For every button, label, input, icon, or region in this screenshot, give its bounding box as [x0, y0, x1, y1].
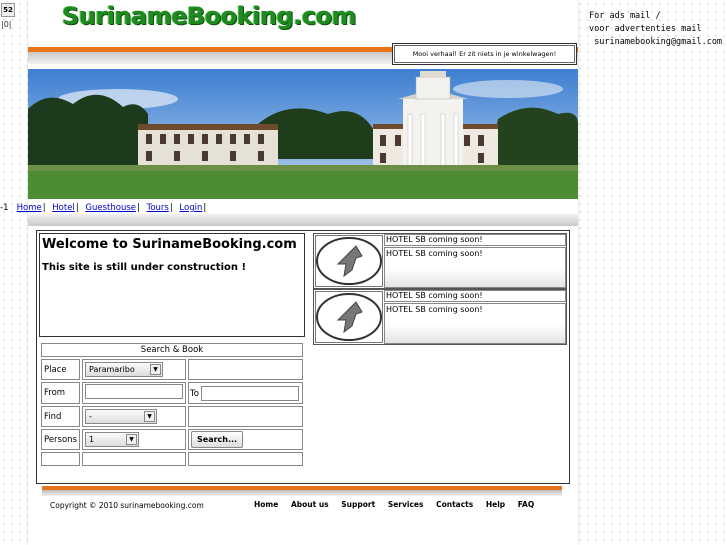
footer-link-help[interactable]: Help [486, 500, 505, 509]
footer-link-faq[interactable]: FAQ [518, 500, 534, 509]
search-title: Search & Book [41, 343, 303, 357]
welcome-title: Welcome to SurinameBooking.com [42, 237, 297, 252]
site-logo[interactable]: SurinameBooking.com [62, 2, 357, 30]
to-label: To [190, 388, 199, 399]
place-select[interactable]: Paramaribo ▼ [85, 362, 163, 377]
nav-guesthouse[interactable]: Guesthouse [85, 203, 136, 213]
to-date-input[interactable] [200, 385, 299, 401]
find-label: Find [41, 406, 80, 427]
footer-link-about[interactable]: About us [291, 500, 329, 509]
nav-home[interactable]: Home [17, 203, 42, 213]
banner-image [28, 69, 578, 199]
main-nav: -1 Home| Hotel| Guesthouse| Tours| Login… [0, 203, 207, 213]
ads-notice: For ads mail / voor advertenties mail su… [589, 10, 722, 49]
cart-status-text: Mooi verhaal! Er zit niets in je winkelw… [394, 45, 575, 63]
find-value: - [89, 412, 92, 421]
copyright: Copyright © 2010 surinamebooking.com [50, 501, 204, 510]
dropdown-arrow-icon: ▼ [144, 411, 155, 422]
visitor-counter: 52 [1, 3, 15, 17]
footer-link-home[interactable]: Home [254, 500, 278, 509]
hotel-title[interactable]: HOTEL SB coming soon! [384, 290, 566, 302]
page-container: SurinameBooking.com Mooi verhaal! Er zit… [0, 0, 578, 545]
dropdown-arrow-icon: ▼ [150, 364, 161, 375]
cursor-arrow-icon [316, 293, 382, 341]
main-content: Welcome to SurinameBooking.com This site… [36, 230, 570, 484]
hotel-desc: HOTEL SB coming soon! [384, 303, 566, 344]
place-label: Place [41, 359, 80, 380]
nav-hotel[interactable]: Hotel [52, 203, 75, 213]
nav-prefix: -1 [0, 203, 9, 213]
cart-status-box: Mooi verhaal! Er zit niets in je winkelw… [392, 43, 577, 65]
footer-link-support[interactable]: Support [341, 500, 375, 509]
ads-email[interactable]: surinamebooking@gmail.com [589, 37, 722, 47]
footer-link-services[interactable]: Services [388, 500, 424, 509]
hotel-card[interactable]: HOTEL SB coming soon! HOTEL SB coming so… [313, 233, 567, 289]
welcome-text: This site is still under construction ! [42, 262, 247, 273]
persons-select[interactable]: 1 ▼ [85, 432, 139, 447]
hotel-thumbnail[interactable] [315, 235, 383, 287]
footer-shadow [42, 490, 562, 496]
hotel-title[interactable]: HOTEL SB coming soon! [384, 234, 566, 246]
cursor-arrow-icon [316, 237, 382, 285]
nav-shadow [28, 214, 578, 226]
find-select[interactable]: - ▼ [85, 409, 157, 424]
nav-tours[interactable]: Tours [147, 203, 169, 213]
hotel-list: HOTEL SB coming soon! HOTEL SB coming so… [313, 233, 567, 345]
footer-links: Home About us Support Services Contacts … [254, 500, 544, 509]
dropdown-arrow-icon: ▼ [126, 434, 137, 445]
nav-login[interactable]: Login [179, 203, 202, 213]
from-date-input[interactable] [85, 384, 183, 399]
place-value: Paramaribo [89, 365, 135, 374]
hotel-desc: HOTEL SB coming soon! [384, 247, 566, 288]
hotel-card[interactable]: HOTEL SB coming soon! HOTEL SB coming so… [313, 289, 567, 345]
welcome-box: Welcome to SurinameBooking.com This site… [39, 233, 305, 337]
ads-line-2: voor advertenties mail [589, 24, 702, 34]
search-form: Search & Book Place Paramaribo ▼ From To … [39, 341, 305, 471]
persons-value: 1 [89, 435, 95, 444]
search-button[interactable]: Search... [191, 431, 244, 448]
hotel-thumbnail[interactable] [315, 291, 383, 343]
persons-label: Persons [41, 429, 80, 450]
ads-line-1: For ads mail / [589, 11, 661, 21]
counter-subtext: |0| [1, 20, 12, 29]
footer-link-contacts[interactable]: Contacts [436, 500, 473, 509]
from-label: From [41, 382, 80, 404]
banner-photo [28, 69, 578, 199]
